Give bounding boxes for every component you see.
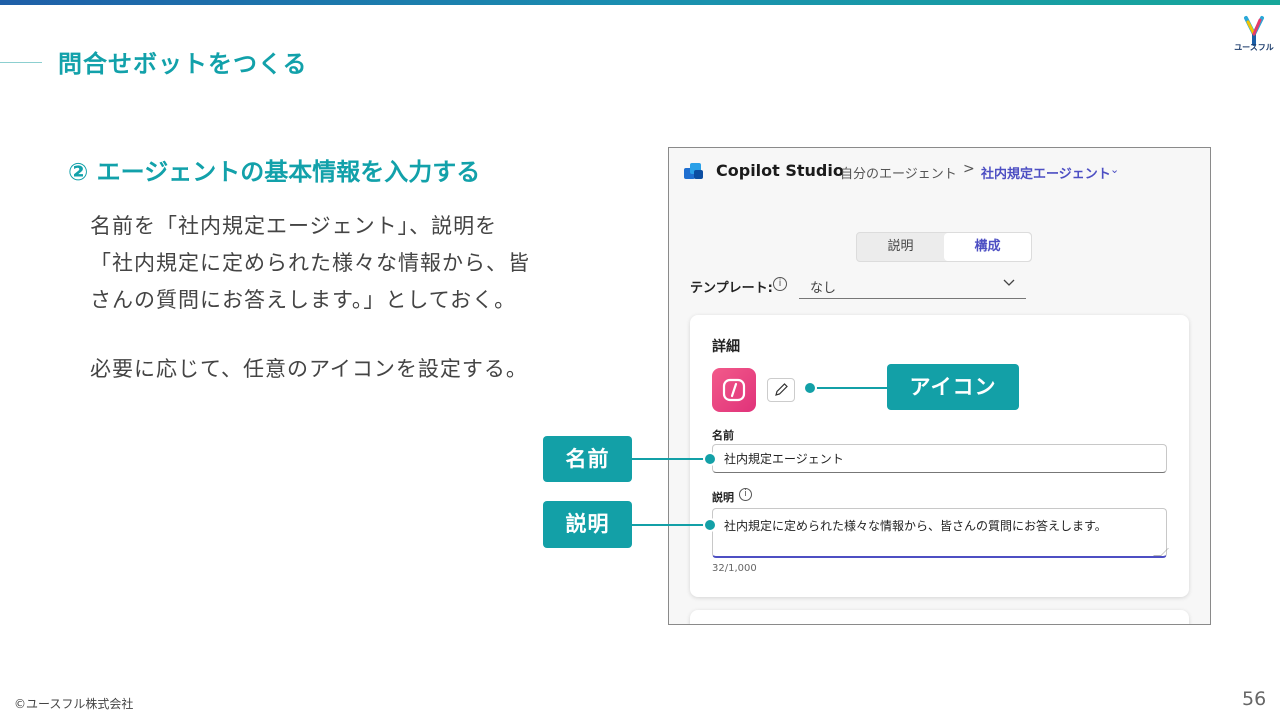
app-name: Copilot Studio xyxy=(716,161,844,180)
step-heading: ② エージェントの基本情報を入力する xyxy=(68,158,481,186)
info-icon[interactable]: i xyxy=(739,488,752,501)
agent-code-icon[interactable] xyxy=(712,368,756,412)
tab-configure[interactable]: 構成 xyxy=(944,233,1031,261)
pencil-icon xyxy=(775,383,788,396)
details-card: 詳細 名前 説明 i 社内規定に定められた様々な情報から、皆さんの質問にお答えし… xyxy=(690,315,1189,597)
template-label: テンプレート: xyxy=(690,281,773,296)
callout-icon-label: アイコン xyxy=(887,364,1019,410)
callout-dot-icon xyxy=(803,381,817,395)
title-rule xyxy=(0,62,42,63)
callout-line-icon xyxy=(810,387,887,389)
view-toggle: 説明 構成 xyxy=(856,232,1032,262)
template-value: なし xyxy=(810,281,837,296)
edit-icon-button[interactable] xyxy=(767,378,795,402)
next-card xyxy=(690,610,1189,624)
name-field[interactable] xyxy=(712,444,1167,473)
page-number: 56 xyxy=(1242,688,1267,710)
callout-name-label: 名前 xyxy=(543,436,632,482)
callout-description-label: 説明 xyxy=(543,501,632,548)
tab-description[interactable]: 説明 xyxy=(857,233,944,261)
callout-line-description xyxy=(632,524,710,526)
body-text: 名前を「社内規定エージェント」、説明を 「社内規定に定められた様々な情報から、皆… xyxy=(90,208,590,319)
details-title: 詳細 xyxy=(712,339,740,355)
chevron-down-icon[interactable]: ⌄ xyxy=(1110,163,1119,176)
template-select[interactable]: なし xyxy=(799,271,1026,299)
copilot-studio-logo-icon xyxy=(684,163,703,179)
body-note: 必要に応じて、任意のアイコンを設定する。 xyxy=(90,357,528,381)
logo-text: ユースフル xyxy=(1234,43,1274,52)
char-counter: 32/1,000 xyxy=(712,563,757,574)
agent-code-glyph xyxy=(722,378,746,402)
body-line: さんの質問にお答えします。」としておく。 xyxy=(90,288,517,312)
chevron-down-icon xyxy=(1003,279,1015,286)
slide-title: 問合せボットをつくる xyxy=(58,50,308,78)
footer-copyright: ©ユースフル株式会社 xyxy=(14,697,134,711)
callout-dot-name xyxy=(703,452,717,466)
app-header: Copilot Studio 自分のエージェント > 社内規定エージェント ⌄ xyxy=(669,148,1210,192)
description-field[interactable]: 社内規定に定められた様々な情報から、皆さんの質問にお答えします。 xyxy=(712,508,1167,558)
info-icon[interactable]: i xyxy=(773,277,787,291)
name-label: 名前 xyxy=(712,429,734,442)
breadcrumb-parent[interactable]: 自分のエージェント xyxy=(840,163,957,182)
description-label: 説明 xyxy=(712,491,734,504)
body-line: 名前を「社内規定エージェント」、説明を xyxy=(90,214,498,238)
callout-dot-description xyxy=(703,518,717,532)
breadcrumb-current[interactable]: 社内規定エージェント xyxy=(981,163,1111,182)
top-accent-bar xyxy=(0,0,1280,5)
chevron-right-icon: > xyxy=(963,161,975,177)
body-line: 「社内規定に定められた様々な情報から、皆 xyxy=(90,251,530,275)
callout-line-name xyxy=(632,458,710,460)
